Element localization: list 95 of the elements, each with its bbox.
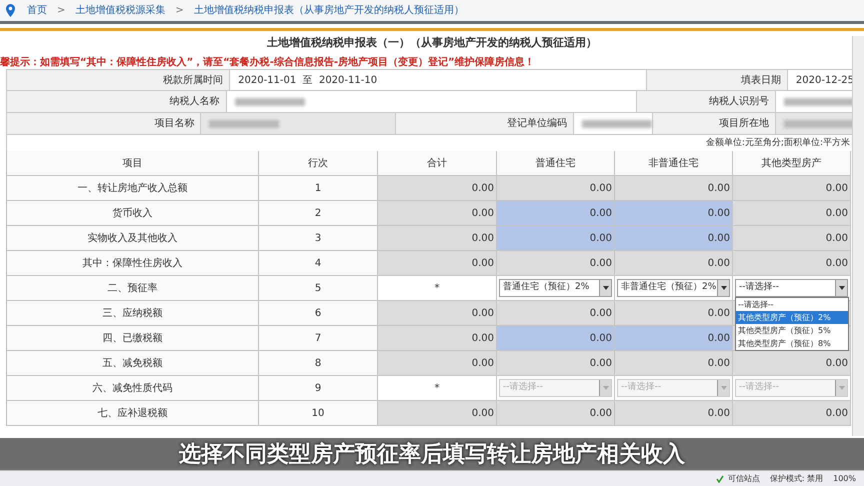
- line-number: 6: [314, 306, 322, 320]
- row-label: 二、预征率: [108, 282, 158, 296]
- check-icon: [716, 474, 724, 482]
- row-label: 其中：保障性住房收入: [82, 256, 182, 270]
- amount-value: 0.00: [590, 256, 612, 270]
- column-header: 行次: [308, 156, 328, 170]
- row-label: 五、减免税额: [102, 356, 162, 370]
- asterisk-mark: *: [434, 282, 440, 296]
- amount-input[interactable]: 0.00: [497, 226, 615, 251]
- amount-value: 0.00: [708, 256, 730, 270]
- line-number: 5: [314, 282, 322, 296]
- dropdown-option[interactable]: 其他类型房产（预征）5%: [736, 324, 848, 337]
- amount-value: 0.00: [472, 206, 494, 220]
- row-label: 货币收入: [112, 206, 152, 220]
- amount-value: 0.00: [590, 356, 612, 370]
- row-label: 一、转让房地产收入总额: [78, 182, 188, 196]
- column-header: 普通住宅: [536, 156, 576, 170]
- amount-value: 0.00: [472, 406, 494, 420]
- amount-value: 0.00: [826, 182, 848, 196]
- unit-note: 金额单位:元至角分;面积单位:平方米: [706, 138, 850, 148]
- row-label: 四、已缴税额: [102, 332, 162, 346]
- amount-input[interactable]: 0.00: [497, 326, 615, 351]
- line-number: 9: [314, 382, 322, 396]
- line-number: 2: [314, 206, 322, 220]
- row-label: 六、减免性质代码: [92, 382, 172, 396]
- line-number: 7: [314, 332, 322, 346]
- amount-value: 0.00: [472, 356, 494, 370]
- field-value: 2020-11-01 至 2020-11-10: [238, 74, 378, 88]
- field-label: 纳税人名称: [7, 91, 227, 112]
- amount-input[interactable]: 0.00: [497, 201, 615, 226]
- column-header: 其他类型房产: [762, 156, 822, 170]
- field-label: 项目名称: [7, 113, 202, 134]
- field-label: 项目所在地: [652, 113, 776, 134]
- amount-value: 0.00: [590, 182, 612, 196]
- amount-value: 0.00: [826, 356, 848, 370]
- caret-icon: [720, 286, 726, 290]
- row-label: 三、应纳税额: [102, 306, 162, 320]
- breadcrumb-link[interactable]: 土地增值税纳税申报表（从事房地产开发的纳税人预征适用）: [194, 3, 464, 18]
- security-zone: 可信站点: [728, 472, 760, 484]
- column-header: 非普通住宅: [648, 156, 698, 170]
- protected-mode-status: 保护模式: 禁用: [770, 472, 824, 484]
- line-number: 8: [314, 356, 322, 370]
- amount-value: 0.00: [708, 182, 730, 196]
- amount-value: 0.00: [590, 406, 612, 420]
- notice-text: 馨提示：如需填写“其中：保障性住房收入”，请至“套餐办税-综合信息报告-房地产项目（变更）登记”维护保障房信息！: [0, 57, 535, 68]
- line-number: 3: [314, 232, 322, 246]
- form-title: 土地增值税纳税申报表（一）（从事房地产开发的纳税人预征适用）: [267, 34, 597, 51]
- amount-value: 0.00: [826, 206, 848, 220]
- amount-value: 0.00: [472, 256, 494, 270]
- dropdown-select[interactable]: 非普通住宅（预征）2%: [617, 279, 730, 297]
- column-header: 合计: [427, 156, 447, 170]
- caret-icon: [720, 386, 726, 390]
- caret-icon: [602, 286, 608, 290]
- dropdown-select[interactable]: 普通住宅（预征）2%: [499, 279, 612, 297]
- video-caption: 选择不同类型房产预征率后填写转让房地产相关收入: [179, 440, 685, 468]
- breadcrumb-separator: >: [175, 4, 184, 18]
- breadcrumb-link[interactable]: 土地增值税税源采集: [75, 3, 166, 18]
- dropdown-option[interactable]: --请选择--: [736, 298, 848, 311]
- amount-value: 0.00: [826, 232, 848, 246]
- amount-value: 0.00: [826, 256, 848, 270]
- zoom-level[interactable]: 100%: [833, 472, 856, 484]
- line-number: 4: [314, 256, 322, 270]
- amount-value: 0.00: [472, 332, 494, 346]
- field-label: 税款所属时间: [7, 70, 230, 90]
- amount-value: 0.00: [472, 182, 494, 196]
- amount-value: 0.00: [472, 306, 494, 320]
- caret-icon: [838, 386, 844, 390]
- field-label: 登记单位编码: [396, 113, 574, 134]
- amount-value: 0.00: [708, 306, 730, 320]
- amount-input[interactable]: 0.00: [615, 226, 733, 251]
- amount-value: 0.00: [708, 356, 730, 370]
- location-pin-icon: [6, 4, 15, 17]
- field-label: 纳税人识别号: [637, 91, 776, 112]
- field-label: 填表日期: [647, 70, 788, 90]
- dropdown-option[interactable]: 其他类型房产（预征）2%: [736, 311, 848, 324]
- row-label: 七、应补退税额: [98, 406, 168, 420]
- amount-value: 0.00: [708, 406, 730, 420]
- asterisk-mark: *: [434, 382, 440, 396]
- amount-input[interactable]: 0.00: [615, 326, 733, 351]
- column-header: 项目: [122, 156, 142, 170]
- amount-value: 0.00: [826, 406, 848, 420]
- scrollbar[interactable]: [852, 36, 864, 436]
- line-number: 1: [314, 182, 322, 196]
- row-label: 实物收入及其他收入: [88, 232, 178, 246]
- breadcrumb-separator: >: [57, 4, 66, 18]
- caret-icon: [838, 286, 844, 290]
- breadcrumb-link[interactable]: 首页: [27, 3, 47, 18]
- line-number: 10: [312, 406, 324, 420]
- dropdown-select[interactable]: --请选择--: [735, 279, 848, 297]
- amount-value: 0.00: [472, 232, 494, 246]
- field-value: 2020-12-25: [796, 74, 854, 88]
- amount-input[interactable]: 0.00: [615, 201, 733, 226]
- dropdown-option[interactable]: 其他类型房产（预征）8%: [736, 337, 848, 350]
- caret-icon: [602, 386, 608, 390]
- amount-value: 0.00: [590, 306, 612, 320]
